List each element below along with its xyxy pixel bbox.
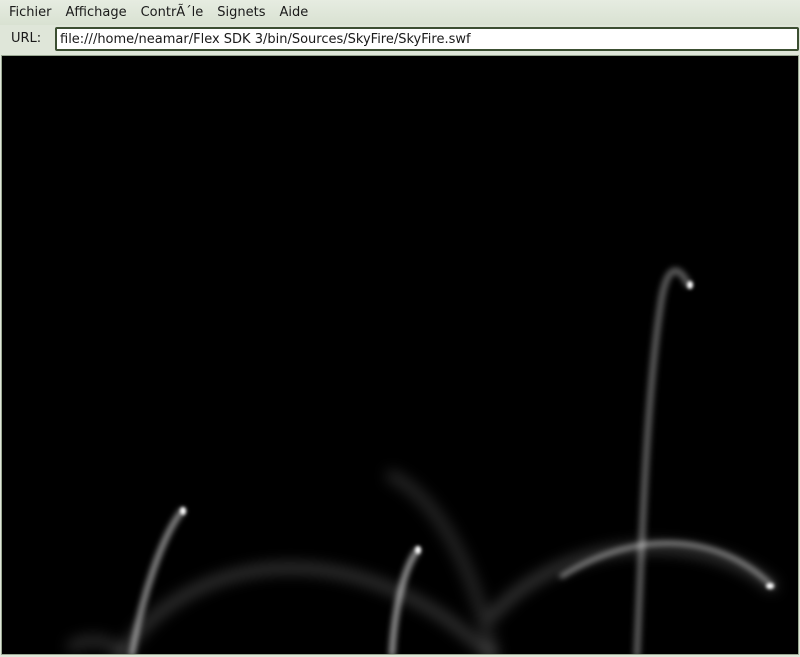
menu-bar: Fichier Affichage ContrÃ´le Signets Aide: [0, 0, 800, 25]
spark-tip: [180, 507, 186, 515]
url-label: URL:: [11, 31, 42, 46]
menu-signets[interactable]: Signets: [210, 0, 272, 25]
url-bar: URL:: [0, 25, 800, 53]
flash-stage[interactable]: [1, 55, 799, 655]
menu-controle[interactable]: ContrÃ´le: [134, 0, 211, 25]
faint-trail: [117, 563, 497, 654]
spark-tip: [766, 583, 774, 589]
menu-aide[interactable]: Aide: [273, 0, 316, 25]
menu-affichage[interactable]: Affichage: [59, 0, 134, 25]
tall-trail: [633, 267, 692, 654]
spark-tip: [415, 546, 421, 554]
mid-trail-group: [129, 267, 775, 654]
faint-trail: [67, 635, 127, 654]
menu-fichier[interactable]: Fichier: [2, 0, 59, 25]
spark-tip: [687, 281, 693, 289]
faint-trail-group: [67, 470, 777, 654]
skyfire-animation: [67, 267, 777, 654]
url-input[interactable]: [55, 27, 799, 51]
